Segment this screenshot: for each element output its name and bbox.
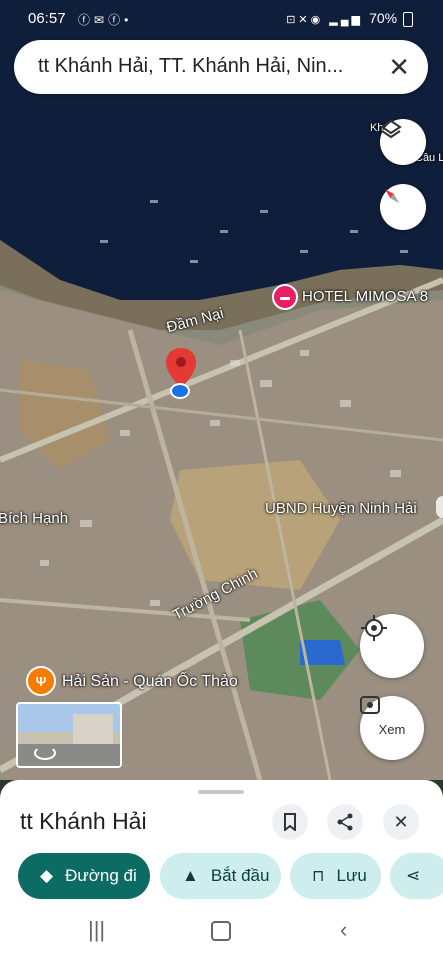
crosshair-icon xyxy=(361,615,387,641)
navigation-arrow-icon: ▲ xyxy=(182,866,199,885)
map-label-restaurant[interactable]: Hải Sản - Quán Ốc Thảo xyxy=(62,673,238,691)
current-location-dot xyxy=(170,383,190,399)
signal-icons: ⊡✕◉ ▂▄▆ xyxy=(286,14,370,26)
map-label-hotel[interactable]: HOTEL MIMOSA 8 xyxy=(302,288,428,305)
satellite-map[interactable]: Kh Câu L ▬ HOTEL MIMOSA 8 Đầm Nại UBND H… xyxy=(0,0,443,780)
layers-icon xyxy=(380,119,402,139)
directions-label: Đường đi xyxy=(65,866,137,885)
layers-button[interactable] xyxy=(380,119,426,165)
directions-icon: ◆ xyxy=(40,866,54,885)
home-icon[interactable] xyxy=(211,921,231,941)
system-nav-bar: ||| ‹ xyxy=(0,905,443,960)
bookmark-button[interactable] xyxy=(272,804,308,840)
view-button[interactable]: Xem xyxy=(360,696,424,760)
my-location-button[interactable] xyxy=(360,614,424,678)
fork-knife-icon: Ψ xyxy=(35,673,47,689)
close-icon[interactable]: ✕ xyxy=(388,52,410,83)
save-button[interactable]: ⊓ Lưu xyxy=(290,853,381,899)
restaurant-marker[interactable]: Ψ xyxy=(26,666,56,696)
search-query[interactable]: tt Khánh Hải, TT. Khánh Hải, Nin... xyxy=(38,55,378,78)
search-bar[interactable]: tt Khánh Hải, TT. Khánh Hải, Nin... ✕ xyxy=(14,40,428,94)
compass-icon xyxy=(385,189,399,203)
close-icon: ✕ xyxy=(393,811,409,832)
bed-icon: ▬ xyxy=(280,291,290,303)
share-icon xyxy=(337,813,353,831)
mail-icon: ✉ xyxy=(94,13,109,27)
compass-button[interactable] xyxy=(380,184,426,230)
start-label: Bắt đầu xyxy=(210,866,270,885)
map-pin-icon[interactable] xyxy=(166,348,196,388)
back-icon[interactable]: ‹ xyxy=(340,917,347,943)
recent-apps-icon[interactable]: ||| xyxy=(88,917,105,943)
map-label-bich-hanh[interactable]: Bích Hạnh xyxy=(0,510,68,527)
save-label: Lưu xyxy=(336,866,367,885)
facebook-icon: ⓕ xyxy=(108,13,125,27)
streetview-thumbnail[interactable] xyxy=(16,702,122,768)
status-time: 06:57 xyxy=(28,10,66,27)
bookmark-icon xyxy=(284,813,296,831)
notification-icons: ⓕ✉ⓕ• xyxy=(78,11,132,28)
place-title: tt Khánh Hải xyxy=(20,808,147,834)
share-button[interactable] xyxy=(327,804,363,840)
sheet-drag-handle[interactable] xyxy=(198,790,244,794)
dot-icon: • xyxy=(124,13,133,27)
close-sheet-button[interactable]: ✕ xyxy=(383,804,419,840)
hotel-marker[interactable]: ▬ xyxy=(272,284,298,310)
map-label-ubnd[interactable]: UBND Huyện Ninh Hải xyxy=(265,500,417,517)
camera-scan-icon xyxy=(360,696,380,714)
status-bar: 06:57 ⓕ✉ⓕ• ⊡✕◉ ▂▄▆ 70% xyxy=(0,0,443,36)
edge-marker[interactable] xyxy=(436,496,443,518)
battery-icon xyxy=(403,11,413,27)
directions-button[interactable]: ◆ Đường đi xyxy=(18,853,150,899)
share-chip-button[interactable]: ⋖ xyxy=(390,853,443,899)
start-button[interactable]: ▲ Bắt đầu xyxy=(160,853,281,899)
view-button-label: Xem xyxy=(378,721,406,737)
rotate-360-icon xyxy=(34,746,56,760)
status-right: ⊡✕◉ ▂▄▆ 70% xyxy=(286,10,413,27)
share-icon: ⋖ xyxy=(406,866,421,885)
bookmark-icon: ⊓ xyxy=(312,868,325,885)
battery-percent: 70% xyxy=(369,10,398,26)
facebook-icon: ⓕ xyxy=(78,13,95,27)
